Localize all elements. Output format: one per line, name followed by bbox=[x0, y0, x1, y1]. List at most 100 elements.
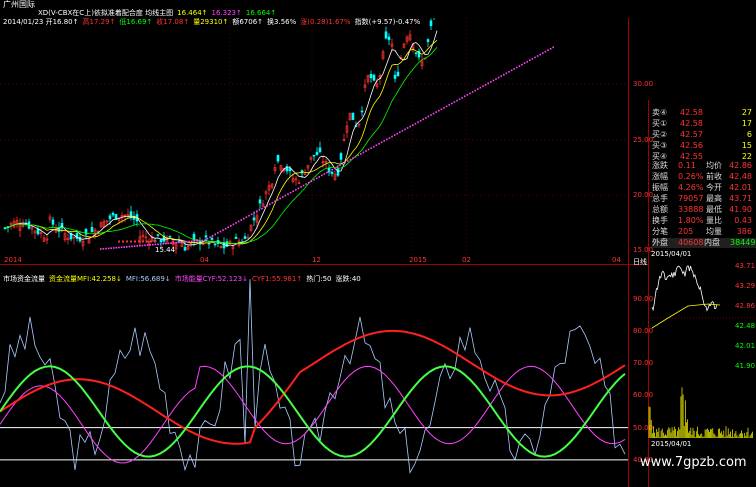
sar-dot bbox=[549, 47, 552, 50]
signal-mark bbox=[134, 240, 136, 243]
sar-dot bbox=[534, 56, 536, 59]
candle-body bbox=[384, 31, 388, 39]
sar-dot bbox=[357, 154, 359, 157]
sar-dot bbox=[347, 160, 349, 162]
quote-label: 最高 bbox=[706, 194, 722, 203]
quote-value: 33888 bbox=[678, 205, 704, 214]
price-axis-label: 30.00 bbox=[633, 80, 654, 89]
sar-dot bbox=[453, 101, 456, 103]
order-label: 买③ bbox=[652, 141, 668, 150]
signal-mark bbox=[126, 240, 128, 243]
time-axis-label: 04 bbox=[612, 256, 621, 264]
sar-dot bbox=[102, 248, 105, 250]
sar-dot bbox=[230, 225, 232, 227]
sar-dot bbox=[302, 184, 305, 187]
price-axis-border bbox=[628, 18, 629, 487]
sar-dot bbox=[500, 75, 502, 77]
sar-dot bbox=[198, 239, 201, 242]
sar-dot bbox=[214, 233, 216, 236]
order-volume: 17 bbox=[741, 119, 752, 128]
sar-dot bbox=[375, 144, 378, 147]
sar-dot bbox=[105, 247, 107, 250]
sar-dot bbox=[367, 148, 370, 151]
sar-dot bbox=[513, 68, 515, 70]
sar-dot bbox=[258, 209, 261, 211]
candle-body bbox=[426, 39, 430, 42]
sar-dot bbox=[466, 94, 469, 96]
quote-label: 总额 bbox=[652, 205, 668, 214]
sar-dot bbox=[237, 220, 240, 223]
period-label[interactable]: 日线 bbox=[633, 258, 647, 267]
sar-dot bbox=[427, 115, 430, 118]
intraday-chart[interactable] bbox=[648, 258, 756, 378]
sar-dot bbox=[393, 134, 396, 136]
order-label: 买② bbox=[652, 130, 668, 139]
sar-dot bbox=[152, 243, 154, 246]
sar-dot bbox=[185, 240, 188, 243]
price-chart[interactable] bbox=[0, 18, 628, 256]
sar-dot bbox=[469, 92, 471, 95]
signal-mark bbox=[154, 240, 156, 243]
sar-dot bbox=[464, 95, 466, 98]
sar-dot bbox=[128, 245, 131, 248]
sar-dot bbox=[531, 58, 534, 60]
sar-dot bbox=[219, 230, 222, 233]
sar-dot bbox=[451, 102, 453, 105]
price-axis-label: 20.00 bbox=[633, 191, 654, 200]
sar-dot bbox=[339, 164, 341, 167]
sar-dot bbox=[474, 89, 476, 92]
sar-dot bbox=[492, 79, 495, 82]
sar-dot bbox=[352, 157, 354, 159]
quote-value: 0.26% bbox=[678, 172, 704, 181]
sar-dot bbox=[349, 158, 352, 161]
sar-dot bbox=[336, 166, 339, 168]
outer-value: 40608 bbox=[678, 238, 704, 247]
quote-label: 总手 bbox=[652, 194, 668, 203]
sar-dot bbox=[300, 186, 302, 188]
signal-mark bbox=[118, 240, 120, 243]
candle-body bbox=[429, 20, 433, 27]
sar-dot bbox=[139, 244, 141, 247]
candle-body bbox=[258, 199, 262, 204]
sar-dot bbox=[490, 81, 492, 83]
sar-dot bbox=[432, 112, 435, 115]
indicator-chart[interactable] bbox=[0, 276, 628, 476]
candle-body bbox=[129, 211, 133, 219]
candle-body bbox=[246, 236, 250, 239]
sar-dot bbox=[282, 196, 284, 198]
sar-dot bbox=[547, 49, 549, 52]
candle-body bbox=[330, 171, 334, 174]
sar-dot bbox=[323, 173, 326, 175]
order-book-row: 买① 42.58 17 bbox=[652, 119, 756, 129]
sar-dot bbox=[193, 240, 196, 242]
sar-dot bbox=[256, 210, 258, 213]
sar-dot bbox=[341, 163, 344, 165]
sar-dot bbox=[334, 167, 336, 170]
sar-dot bbox=[539, 53, 541, 56]
sar-dot bbox=[417, 121, 419, 123]
sar-dot bbox=[495, 78, 497, 80]
sar-dot bbox=[245, 216, 248, 218]
quote-value: 42.01 bbox=[729, 183, 752, 192]
candle-body bbox=[315, 151, 319, 156]
candle-body bbox=[111, 212, 115, 216]
candle-body bbox=[372, 74, 376, 81]
intraday-volume-chart bbox=[648, 387, 753, 438]
sar-dot bbox=[510, 69, 513, 72]
sar-dot bbox=[107, 247, 110, 250]
order-volume: 6 bbox=[746, 130, 752, 139]
sar-dot bbox=[404, 128, 406, 131]
sar-dot bbox=[399, 131, 401, 134]
sar-dot bbox=[271, 201, 274, 204]
sar-dot bbox=[136, 245, 138, 247]
candle-body bbox=[276, 154, 280, 162]
sar-dot bbox=[443, 107, 445, 109]
sar-dot bbox=[526, 60, 528, 63]
sar-dot bbox=[318, 176, 320, 178]
sar-dot bbox=[435, 111, 437, 113]
sar-dot bbox=[201, 239, 203, 242]
candle-body bbox=[387, 36, 391, 40]
sar-dot bbox=[471, 91, 474, 93]
sar-dot bbox=[313, 178, 315, 181]
sar-dot bbox=[406, 127, 409, 129]
